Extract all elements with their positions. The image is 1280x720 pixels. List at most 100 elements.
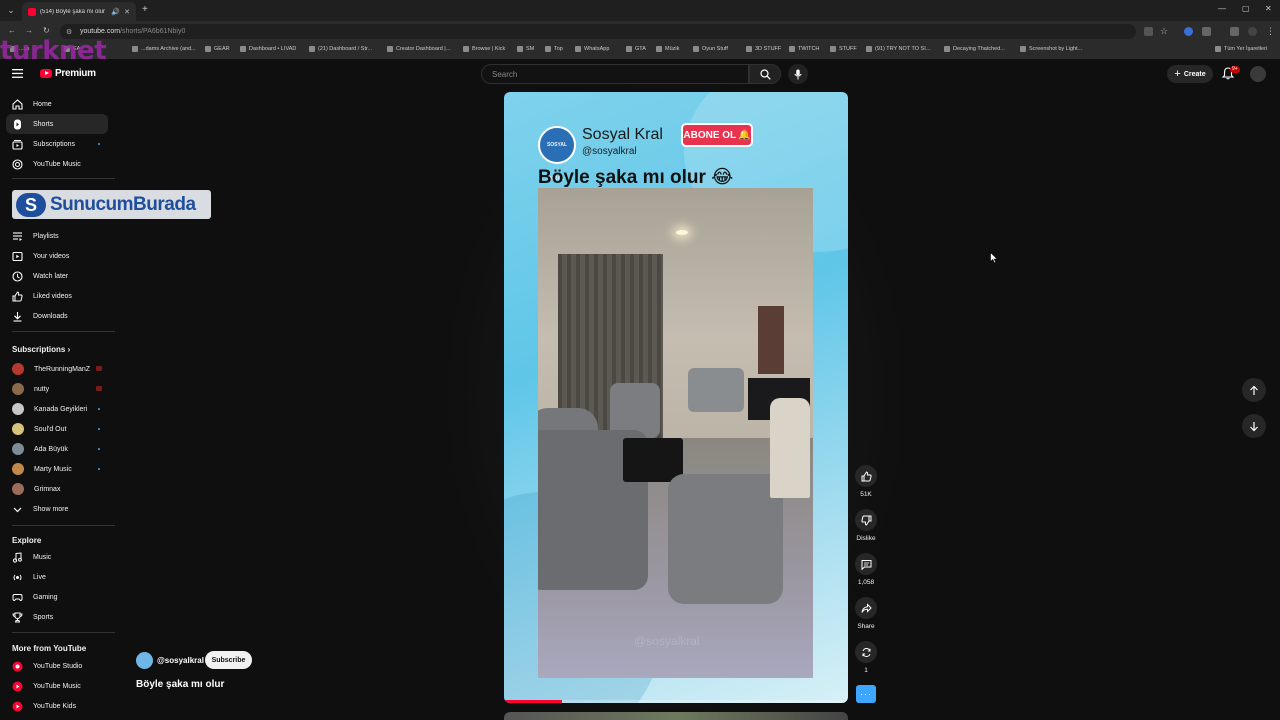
channel-avatar [12, 383, 24, 395]
tab-close-icon[interactable]: ✕ [124, 8, 130, 16]
channel-avatar [12, 423, 24, 435]
remix-button[interactable] [855, 641, 877, 663]
tab-search-icon[interactable]: ⌄ [4, 3, 18, 17]
clock-icon [12, 270, 23, 282]
more-options-button[interactable]: ··· [856, 685, 876, 703]
speaker-icon[interactable]: 🔊 [111, 8, 120, 16]
site-info-icon[interactable]: ⚙ [66, 28, 74, 36]
bookmark-item[interactable]: 3D STUFF [746, 46, 781, 52]
sidebar-item-label: Shorts [33, 120, 54, 128]
sidebar-item-home[interactable]: Home [6, 94, 108, 114]
youtube-premium-logo[interactable]: Premium [40, 68, 96, 79]
bookmark-item[interactable]: GEAR [205, 46, 230, 52]
bookmark-item[interactable]: Dashboard • LIVAD [240, 46, 296, 52]
extensions-puzzle-icon[interactable] [1202, 27, 1211, 36]
profile-avatar[interactable] [1248, 27, 1257, 36]
next-short-preview[interactable] [504, 712, 848, 720]
sidebar-item-label: YouTube Kids [33, 702, 77, 710]
video-progress-bar[interactable] [504, 700, 848, 703]
sidebar-item-youtube-music[interactable]: YouTube Music [6, 154, 108, 174]
tab-groups-icon[interactable] [1230, 27, 1239, 36]
short-video-player[interactable]: SOSYAL KRAL Sosyal Kral @sosyalkral ABON… [504, 92, 848, 703]
subscription-item[interactable]: Ada Büyük [6, 439, 108, 459]
extension-icon[interactable] [1184, 27, 1193, 36]
share-button[interactable] [855, 597, 877, 619]
bookmark-item[interactable]: Decaying Thatched... [944, 46, 1005, 52]
subscription-item[interactable]: Marty Music [6, 459, 108, 479]
bookmark-label: (21) Dashboard / Str... [318, 46, 373, 52]
subscriptions-heading[interactable]: Subscriptions › [12, 345, 70, 354]
sidebar-item-watch-later[interactable]: Watch later [6, 266, 108, 286]
sidebar-item-your-videos[interactable]: Your videos [6, 246, 108, 266]
comments-button[interactable] [855, 553, 877, 575]
bookmark-star-icon[interactable]: ☆ [1160, 27, 1169, 36]
subscription-label: Soul'd Out [34, 425, 67, 433]
bookmark-item[interactable]: Top [545, 46, 563, 52]
back-icon[interactable]: ← [8, 26, 16, 35]
bookmark-item[interactable]: Screenshot by Light... [1020, 46, 1082, 52]
new-tab-button[interactable]: + [142, 4, 148, 15]
reload-icon[interactable]: ↻ [43, 26, 50, 35]
sidebar-item-youtube-kids[interactable]: YouTube Kids [6, 696, 108, 716]
bookmark-item[interactable]: Browse | Kick [463, 46, 505, 52]
bookmark-icon [626, 46, 632, 52]
bookmark-item[interactable]: SM [517, 46, 534, 52]
close-window-button[interactable]: ✕ [1265, 4, 1272, 13]
browser-tab-active[interactable]: (514) Böyle şaka mı olur - Y 🔊 ✕ [22, 2, 136, 21]
maximize-button[interactable]: ▢ [1242, 4, 1250, 13]
bookmark-item[interactable]: (91) TRY NOT TO SI... [866, 46, 930, 52]
dislike-button[interactable] [855, 509, 877, 531]
bookmark-item[interactable]: WhatsApp [575, 46, 609, 52]
sidebar-item-shorts[interactable]: Shorts [6, 114, 108, 134]
subscription-item[interactable]: Grimnax [6, 479, 108, 499]
share-action: Share [855, 597, 877, 630]
previous-short-button[interactable] [1242, 378, 1266, 402]
subscribe-button[interactable]: Subscribe [205, 651, 252, 669]
bookmark-item[interactable]: ...dams Archive (and... [132, 46, 196, 52]
bookmark-item[interactable]: (21) Dashboard / Str... [309, 46, 372, 52]
sidebar-item-music[interactable]: Music [6, 547, 108, 567]
subscription-item[interactable]: nutty [6, 379, 108, 399]
channel-handle[interactable]: @sosyalkral [157, 656, 204, 665]
account-avatar[interactable] [1250, 66, 1266, 82]
like-button[interactable] [855, 465, 877, 487]
bookmark-item[interactable]: GTA [626, 46, 646, 52]
minimize-button[interactable]: — [1218, 4, 1226, 13]
subscription-item[interactable]: TheRunningManZ [6, 359, 108, 379]
channel-avatar[interactable] [136, 652, 153, 669]
subscription-item[interactable]: Kanada Geyikleri [6, 399, 108, 419]
sidebar-item-liked-videos[interactable]: Liked videos [6, 286, 108, 306]
remix-action: 1 [855, 641, 877, 674]
bookmark-icon [656, 46, 662, 52]
show-more-button[interactable]: Show more [6, 499, 108, 519]
bookmark-icon [944, 46, 950, 52]
bookmark-item[interactable]: Müzik [656, 46, 679, 52]
sidebar-divider [12, 331, 115, 332]
subscription-item[interactable]: Soul'd Out [6, 419, 108, 439]
bookmark-item[interactable]: Oyun Stuff [693, 46, 728, 52]
sidebar-item-gaming[interactable]: Gaming [6, 587, 108, 607]
browser-menu-icon[interactable]: ⋮ [1266, 27, 1275, 36]
sidebar-item-sports[interactable]: Sports [6, 607, 108, 627]
hamburger-menu-icon[interactable] [12, 69, 23, 81]
sidebar-item-youtube-music-app[interactable]: YouTube Music [6, 676, 108, 696]
wall-tapestry [758, 306, 784, 374]
sidebar-item-live[interactable]: Live [6, 567, 108, 587]
sidebar-item-label: YouTube Music [33, 160, 81, 168]
bookmark-item[interactable]: Creator Dashboard |... [387, 46, 450, 52]
create-button[interactable]: + Create [1167, 65, 1213, 83]
bookmark-item[interactable]: TWITCH [789, 46, 819, 52]
sidebar-item-downloads[interactable]: Downloads [6, 306, 108, 326]
sidebar-item-youtube-studio[interactable]: YouTube Studio [6, 656, 108, 676]
sidebar-item-subscriptions[interactable]: Subscriptions [6, 134, 108, 154]
forward-icon[interactable]: → [25, 26, 33, 35]
mouse-cursor-icon [990, 251, 999, 269]
bookmark-item[interactable]: STUFF [830, 46, 857, 52]
next-short-button[interactable] [1242, 414, 1266, 438]
all-bookmarks-folder[interactable]: Tüm Yer İşaretleri [1215, 46, 1267, 52]
overlay-channel-handle: @sosyalkral [582, 146, 637, 157]
cast-icon[interactable] [1144, 27, 1153, 36]
sidebar-item-playlists[interactable]: Playlists [6, 226, 108, 246]
address-bar[interactable]: ⚙ youtube.com/shorts/PA6b61Nbiy0 [60, 24, 1136, 39]
dislike-label: Dislike [856, 535, 876, 542]
